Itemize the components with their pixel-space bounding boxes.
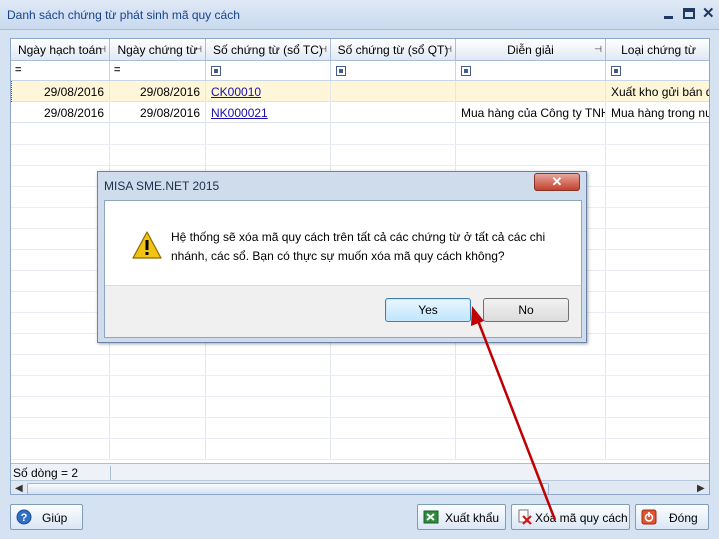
annotation-arrow-head <box>471 306 484 326</box>
annotation-arrow <box>471 306 557 521</box>
annotation-arrow-line <box>475 317 557 521</box>
